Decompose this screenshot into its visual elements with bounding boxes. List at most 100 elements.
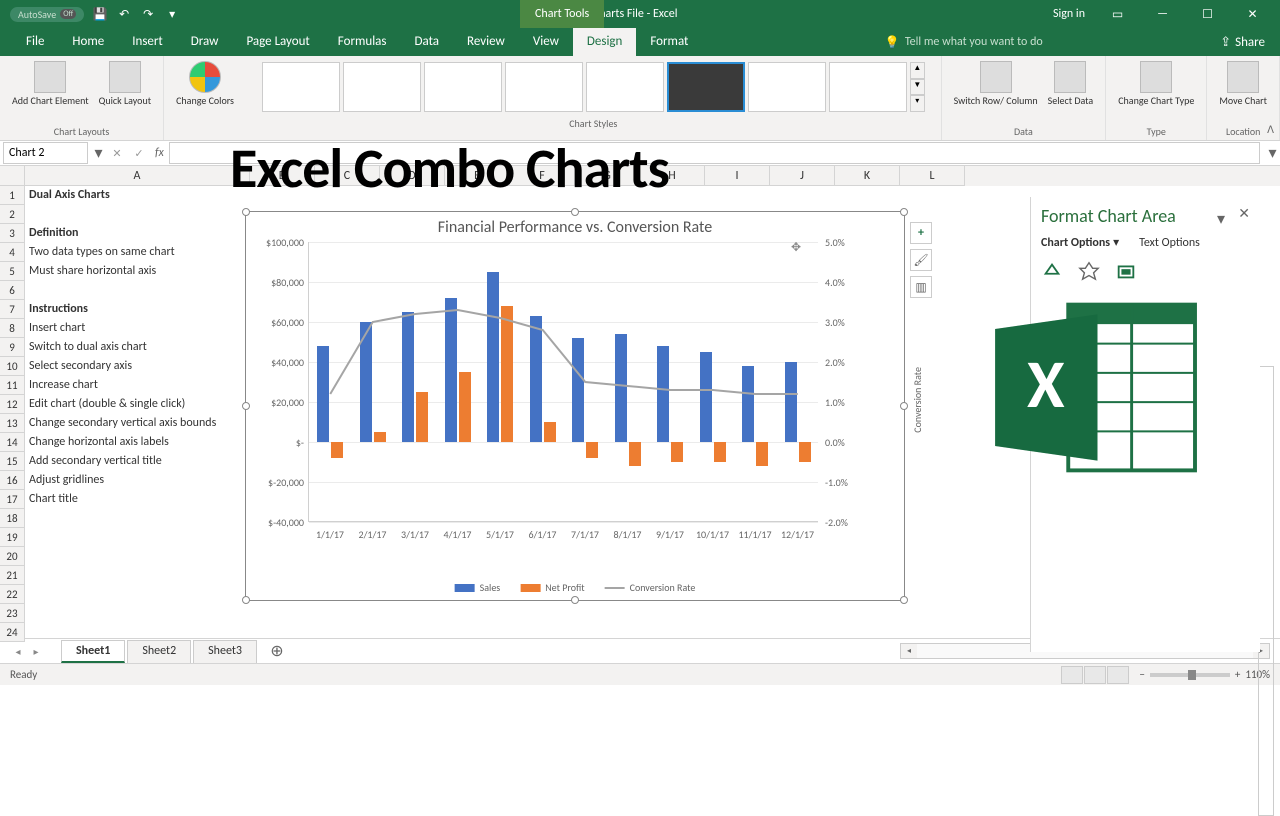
bar-sales[interactable] <box>572 338 584 442</box>
row-header-2[interactable]: 2 <box>0 205 25 224</box>
move-chart-button[interactable]: Move Chart <box>1215 59 1271 108</box>
zoom-slider[interactable] <box>1150 673 1230 677</box>
minimize-icon[interactable]: — <box>1140 0 1185 28</box>
plot-area[interactable]: $100,0005.0%$80,0004.0%$60,0003.0%$40,00… <box>308 242 818 522</box>
gallery-down-icon[interactable]: ▼ <box>910 79 925 96</box>
row-header-21[interactable]: 21 <box>0 566 25 585</box>
row-header-15[interactable]: 15 <box>0 452 25 471</box>
cell-A1[interactable]: Dual Axis Charts <box>25 186 250 205</box>
gallery-up-icon[interactable]: ▲ <box>910 62 925 79</box>
close-pane-icon[interactable]: ✕ <box>1238 205 1250 222</box>
quick-layout-button[interactable]: Quick Layout <box>95 59 155 108</box>
tellme-input[interactable]: Tell me what you want to do <box>905 35 1043 49</box>
autosave-toggle[interactable]: AutoSave Off <box>10 7 84 22</box>
fill-line-icon[interactable] <box>1041 260 1063 282</box>
cell-A13[interactable]: Change secondary vertical axis bounds <box>25 414 250 433</box>
close-icon[interactable]: ✕ <box>1230 0 1275 28</box>
ribbon-display-icon[interactable]: ▭ <box>1095 0 1140 28</box>
bar-net-profit[interactable] <box>416 392 428 442</box>
expand-formula-icon[interactable]: ▾ <box>1265 143 1280 163</box>
bar-net-profit[interactable] <box>331 442 343 458</box>
bar-net-profit[interactable] <box>459 372 471 442</box>
bar-sales[interactable] <box>785 362 797 442</box>
row-header-1[interactable]: 1 <box>0 186 25 205</box>
row-header-11[interactable]: 11 <box>0 376 25 395</box>
cell-A3[interactable]: Definition <box>25 224 250 243</box>
page-layout-view-icon[interactable] <box>1084 666 1106 684</box>
bar-sales[interactable] <box>360 322 372 442</box>
bar-sales[interactable] <box>445 298 457 442</box>
chart-style-3[interactable] <box>424 62 502 112</box>
zoom-in-icon[interactable]: + <box>1235 668 1240 681</box>
tab-insert[interactable]: Insert <box>118 28 177 56</box>
vertical-scrollbar[interactable] <box>1258 366 1274 816</box>
row-header-9[interactable]: 9 <box>0 338 25 357</box>
bar-sales[interactable] <box>402 312 414 442</box>
cell-A16[interactable]: Adjust gridlines <box>25 471 250 490</box>
bar-sales[interactable] <box>700 352 712 442</box>
row-header-20[interactable]: 20 <box>0 547 25 566</box>
namebox-dropdown-icon[interactable]: ▾ <box>91 143 106 163</box>
secondary-axis-title[interactable]: Conversion Rate <box>911 367 924 433</box>
chart-style-8[interactable] <box>829 62 907 112</box>
sheet-nav-prev-icon[interactable]: ◂ <box>10 643 26 659</box>
row-header-10[interactable]: 10 <box>0 357 25 376</box>
chart-style-6[interactable] <box>667 62 745 112</box>
col-header-I[interactable]: I <box>705 166 770 186</box>
bar-net-profit[interactable] <box>544 422 556 442</box>
chart-elements-icon[interactable]: + <box>910 222 932 244</box>
zoom-out-icon[interactable]: − <box>1139 668 1144 681</box>
save-icon[interactable]: 💾 <box>92 6 108 22</box>
tab-data[interactable]: Data <box>401 28 454 56</box>
maximize-icon[interactable]: ☐ <box>1185 0 1230 28</box>
change-chart-type-button[interactable]: Change Chart Type <box>1114 59 1198 108</box>
col-header-L[interactable]: L <box>900 166 965 186</box>
bar-net-profit[interactable] <box>714 442 726 462</box>
scroll-left-icon[interactable]: ◂ <box>901 644 917 658</box>
chart-style-2[interactable] <box>343 62 421 112</box>
switch-row-column-button[interactable]: Switch Row/ Column <box>950 59 1042 108</box>
row-header-5[interactable]: 5 <box>0 262 25 281</box>
chart-style-5[interactable] <box>586 62 664 112</box>
effects-icon[interactable] <box>1078 260 1100 282</box>
row-header-4[interactable]: 4 <box>0 243 25 262</box>
cell-A12[interactable]: Edit chart (double & single click) <box>25 395 250 414</box>
row-header-16[interactable]: 16 <box>0 471 25 490</box>
chart-object[interactable]: + 🖌 ▥ Financial Performance vs. Conversi… <box>245 211 905 601</box>
bar-sales[interactable] <box>487 272 499 442</box>
chart-style-1[interactable] <box>262 62 340 112</box>
bar-net-profit[interactable] <box>756 442 768 466</box>
share-button[interactable]: ⇪ Share <box>1205 35 1280 50</box>
size-properties-icon[interactable] <box>1115 260 1137 282</box>
tab-format[interactable]: Format <box>636 28 702 56</box>
sheet-tab-sheet1[interactable]: Sheet1 <box>61 640 125 663</box>
tab-file[interactable]: File <box>12 28 58 56</box>
cell-A4[interactable]: Two data types on same chart <box>25 243 250 262</box>
tab-design[interactable]: Design <box>573 28 636 56</box>
cell-A8[interactable]: Insert chart <box>25 319 250 338</box>
tab-view[interactable]: View <box>519 28 573 56</box>
bar-net-profit[interactable] <box>671 442 683 462</box>
sheet-nav-next-icon[interactable]: ▸ <box>28 643 44 659</box>
cell-A9[interactable]: Switch to dual axis chart <box>25 338 250 357</box>
sheet-tab-sheet3[interactable]: Sheet3 <box>193 640 257 663</box>
bar-sales[interactable] <box>530 316 542 442</box>
bar-sales[interactable] <box>317 346 329 442</box>
collapse-ribbon-icon[interactable]: ᐱ <box>1267 123 1274 136</box>
bar-net-profit[interactable] <box>586 442 598 458</box>
col-header-A[interactable]: A <box>25 166 250 186</box>
chart-legend[interactable]: Sales Net Profit Conversion Rate <box>455 581 696 594</box>
tab-formulas[interactable]: Formulas <box>324 28 401 56</box>
row-header-19[interactable]: 19 <box>0 528 25 547</box>
cancel-formula-icon[interactable]: ✕ <box>108 144 126 162</box>
gallery-more-icon[interactable]: ▾ <box>910 95 925 112</box>
add-chart-element-button[interactable]: Add Chart Element <box>8 59 93 108</box>
text-options-tab[interactable]: Text Options <box>1139 235 1200 250</box>
pane-options-icon[interactable]: ▾ <box>1217 209 1225 229</box>
bar-sales[interactable] <box>615 334 627 442</box>
row-header-8[interactable]: 8 <box>0 319 25 338</box>
cell-A5[interactable]: Must share horizontal axis <box>25 262 250 281</box>
chart-style-4[interactable] <box>505 62 583 112</box>
add-sheet-button[interactable]: ⊕ <box>267 641 287 661</box>
row-header-3[interactable]: 3 <box>0 224 25 243</box>
